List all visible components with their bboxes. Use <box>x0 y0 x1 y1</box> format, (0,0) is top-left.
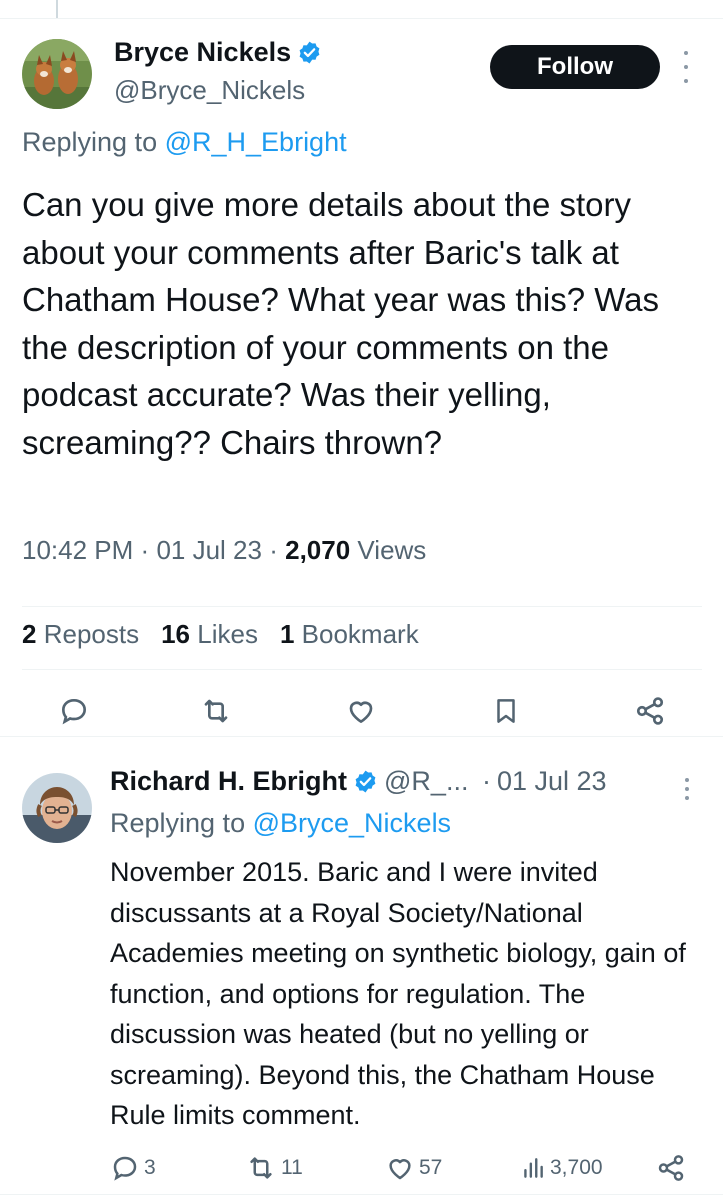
repost-count: 11 <box>281 1156 303 1179</box>
engagement-stats: 2 Reposts 16 Likes 1 Bookmark <box>22 619 419 650</box>
avatar-foxes-image <box>22 39 92 109</box>
avatar[interactable] <box>22 39 92 109</box>
reply-author-handle[interactable]: @R_... <box>384 766 468 797</box>
views-label: Views <box>357 535 427 565</box>
bookmark-icon <box>497 699 515 723</box>
bookmarks-count: 1 <box>279 619 295 649</box>
repost-button[interactable] <box>198 693 234 729</box>
divider <box>22 606 702 607</box>
divider <box>0 1194 723 1195</box>
meta-separator: · <box>140 535 150 565</box>
divider <box>22 669 702 670</box>
tweet-text: Can you give more details about the stor… <box>22 186 660 461</box>
views-icon <box>524 1158 543 1178</box>
repost-icon <box>204 699 228 723</box>
bookmarks-stat[interactable]: 1 Bookmark <box>280 619 419 650</box>
avatar-portrait-image <box>22 773 92 843</box>
thread-connector-line <box>56 0 58 18</box>
bookmarks-label: Bookmark <box>301 619 419 649</box>
author-name[interactable]: Bryce Nickels <box>114 37 291 68</box>
tweet-meta: 10:42 PM · 01 Jul 23 · 2,070 Views <box>22 535 426 566</box>
more-options-icon[interactable] <box>677 51 695 83</box>
reposts-count: 2 <box>22 619 37 649</box>
reply-button[interactable] <box>56 693 92 729</box>
bookmark-button[interactable] <box>488 693 524 729</box>
like-button[interactable] <box>343 693 379 729</box>
reply-text: November 2015. Baric and I were invited … <box>110 857 686 1130</box>
tweet-action-bar <box>0 693 723 733</box>
replying-to-line: Replying to @Bryce_Nickels <box>110 808 451 839</box>
author-handle[interactable]: @Bryce_Nickels <box>114 75 305 106</box>
likes-label: Likes <box>197 619 258 649</box>
follow-button[interactable]: Follow <box>490 45 660 89</box>
reply-reply-button[interactable]: 3 <box>110 1150 156 1186</box>
reply-count: 3 <box>144 1156 156 1179</box>
replying-prefix: Replying to <box>110 808 246 838</box>
tweet-time[interactable]: 10:42 PM <box>22 535 133 565</box>
reply-like-button[interactable]: 57 <box>385 1150 442 1186</box>
likes-stat[interactable]: 16 Likes <box>161 619 258 650</box>
divider <box>0 18 723 19</box>
reply-date[interactable]: 01 Jul 23 <box>497 766 607 797</box>
likes-count: 16 <box>161 619 191 649</box>
divider <box>0 736 723 737</box>
reply-action-bar: 3 11 57 3,700 <box>0 1150 723 1186</box>
like-icon <box>349 701 373 723</box>
reply-repost-button[interactable]: 11 <box>245 1150 303 1186</box>
reposts-stat[interactable]: 2 Reposts <box>22 619 139 650</box>
reply-header: Richard H. Ebright @R_... · 01 Jul 23 <box>110 766 607 797</box>
meta-separator: · <box>474 766 491 796</box>
reply-icon <box>61 698 87 725</box>
reposts-label: Reposts <box>43 619 140 649</box>
reply-views-button[interactable]: 3,700 <box>520 1150 603 1186</box>
reply-author-name[interactable]: Richard H. Ebright <box>110 766 347 797</box>
like-count: 57 <box>419 1156 443 1179</box>
share-button[interactable] <box>632 693 668 729</box>
repost-icon <box>250 1157 272 1179</box>
more-options-icon[interactable] <box>680 778 694 800</box>
views-count: 3,700 <box>550 1156 603 1179</box>
verified-badge-icon <box>355 770 376 793</box>
replying-prefix: Replying to <box>22 127 158 157</box>
like-icon <box>389 1159 411 1180</box>
replying-to-line: Replying to @R_H_Ebright <box>22 127 347 158</box>
avatar[interactable] <box>22 773 92 843</box>
share-icon <box>658 1155 684 1181</box>
views-count: 2,070 <box>285 535 351 565</box>
author-name-row[interactable]: Bryce Nickels <box>114 37 322 68</box>
replying-to-mention[interactable]: @Bryce_Nickels <box>253 808 451 838</box>
meta-separator: · <box>269 535 278 565</box>
reply-share-button[interactable] <box>656 1150 686 1186</box>
tweet-date[interactable]: 01 Jul 23 <box>156 535 262 565</box>
share-icon <box>636 697 664 725</box>
verified-badge-icon <box>299 41 320 64</box>
replying-to-mention[interactable]: @R_H_Ebright <box>165 127 347 157</box>
reply-icon <box>113 1156 137 1181</box>
